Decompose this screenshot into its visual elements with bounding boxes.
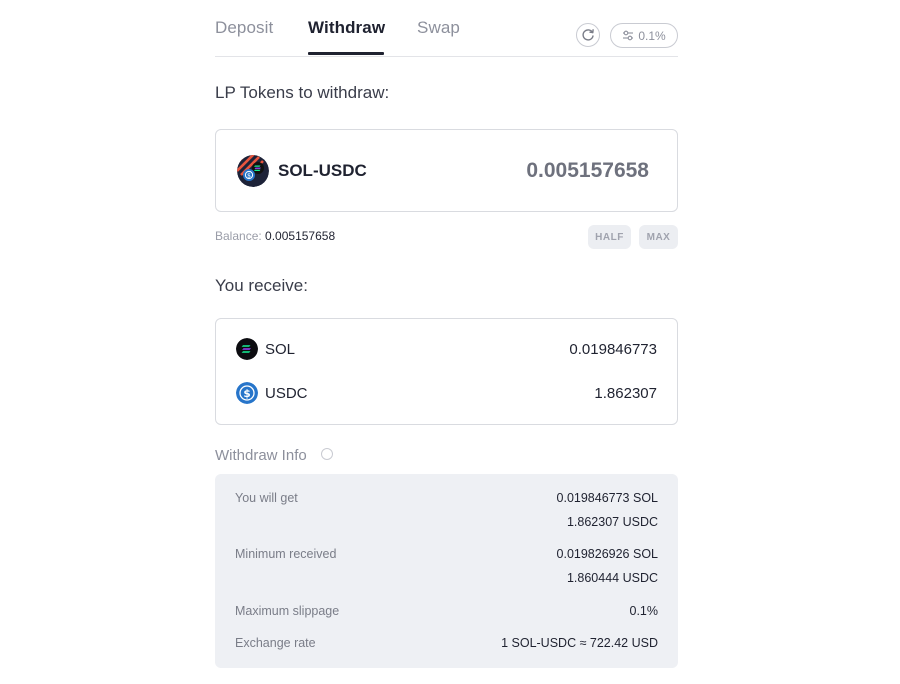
you-will-get-label: You will get <box>235 491 298 505</box>
tab-deposit[interactable]: Deposit <box>215 18 273 38</box>
balance-value: 0.005157658 <box>265 229 336 243</box>
balance-display: Balance: 0.005157658 <box>215 229 335 243</box>
max-button[interactable]: MAX <box>639 225 678 249</box>
half-button[interactable]: HALF <box>588 225 631 249</box>
lp-token-input[interactable]: $ SOL-USDC 0.005157658 <box>215 129 678 212</box>
refresh-icon <box>582 29 594 41</box>
receive-amount-sol: 0.019846773 <box>569 341 657 358</box>
lp-token-name: SOL-USDC <box>278 161 367 180</box>
info-toggle-icon[interactable] <box>321 448 333 460</box>
minimum-received-sol: 0.019826926 SOL <box>556 547 658 561</box>
receive-box: SOL 0.019846773 $ USDC 1.862307 <box>215 318 678 425</box>
tab-swap[interactable]: Swap <box>417 18 460 38</box>
balance-label: Balance: <box>215 229 262 243</box>
settings-sliders-icon <box>623 30 634 41</box>
maximum-slippage-value: 0.1% <box>629 604 659 618</box>
exchange-rate-value: 1 SOL-USDC ≈ 722.42 USD <box>501 636 658 650</box>
sol-usdc-lp-icon: $ <box>237 155 269 187</box>
slippage-value: 0.1% <box>638 28 666 43</box>
receive-token-sol: SOL <box>265 341 296 358</box>
exchange-rate-label: Exchange rate <box>235 636 316 650</box>
tab-withdraw[interactable]: Withdraw <box>308 18 385 38</box>
receive-token-usdc: USDC <box>265 385 308 402</box>
refresh-button[interactable] <box>576 23 600 47</box>
withdraw-info-box: You will get 0.019846773 SOL 1.862307 US… <box>215 474 678 668</box>
svg-text:$: $ <box>243 388 250 400</box>
receive-amount-usdc: 1.862307 <box>594 385 657 402</box>
receive-section-label: You receive: <box>215 276 308 295</box>
svg-text:$: $ <box>247 172 251 179</box>
receive-row-usdc: $ USDC 1.862307 <box>216 382 677 406</box>
receive-row-sol: SOL 0.019846773 <box>216 338 677 362</box>
lp-amount-input[interactable]: 0.005157658 <box>526 159 649 183</box>
usdc-icon: $ <box>236 382 258 404</box>
lp-section-label: LP Tokens to withdraw: <box>215 83 390 102</box>
you-will-get-sol: 0.019846773 SOL <box>556 491 658 505</box>
minimum-received-label: Minimum received <box>235 547 337 561</box>
withdraw-panel: Deposit Withdraw Swap 0.1% LP Tokens to … <box>215 0 678 668</box>
minimum-received-usdc: 1.860444 USDC <box>566 571 658 585</box>
active-tab-indicator <box>308 52 384 55</box>
withdraw-info-title: Withdraw Info <box>215 447 307 464</box>
sol-icon <box>236 338 258 360</box>
tab-bar: Deposit Withdraw Swap 0.1% <box>215 0 678 57</box>
maximum-slippage-label: Maximum slippage <box>235 604 340 618</box>
slippage-settings-button[interactable]: 0.1% <box>610 23 678 48</box>
you-will-get-usdc: 1.862307 USDC <box>566 515 658 529</box>
